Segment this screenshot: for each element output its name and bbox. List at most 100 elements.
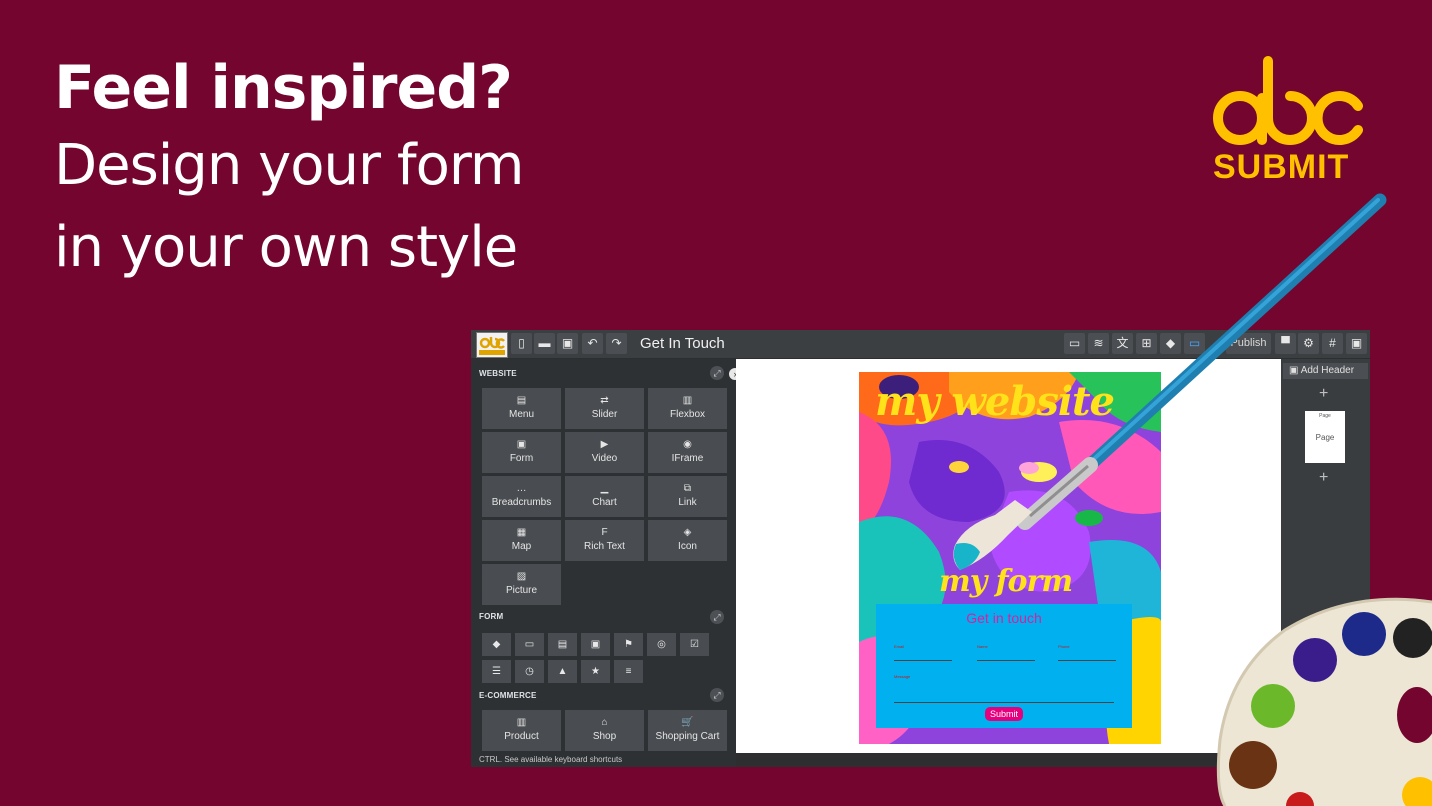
form-field-flag[interactable]: ⚑ <box>614 633 643 656</box>
widget-video[interactable]: ▶ Video <box>565 432 644 473</box>
form-field-star[interactable]: ★ <box>581 660 610 683</box>
page-thumb-title: Page <box>1319 413 1331 419</box>
design-canvas[interactable]: my website my form Get in touch Email Na… <box>736 359 1281 753</box>
form-field-list[interactable]: ☰ <box>482 660 511 683</box>
add-page-below-button[interactable]: + <box>1319 469 1328 487</box>
add-page-above-button[interactable]: + <box>1319 385 1328 403</box>
desktop-view-button[interactable]: ▭ <box>1064 333 1085 354</box>
widget-label: Menu <box>508 409 534 420</box>
radio-icon: ◎ <box>657 639 666 650</box>
headline-title: Feel inspired? <box>54 53 513 123</box>
contact-form[interactable]: Get in touch Email Name Phone Message Su… <box>876 604 1132 728</box>
website-expand-button[interactable]: ⤢ <box>710 366 724 380</box>
translate-button[interactable]: 文 <box>1112 333 1133 354</box>
widget-map[interactable]: ▦ Map <box>482 520 561 561</box>
website-poster[interactable]: my website my form Get in touch Email Na… <box>859 372 1161 744</box>
open-folder-button[interactable]: ▬ <box>534 333 555 354</box>
database-icon: ≋ <box>1093 336 1104 350</box>
brand-wordmark: SUBMIT <box>1213 148 1350 186</box>
tag-icon: ◆ <box>492 639 501 650</box>
widget-menu[interactable]: ▤ Menu <box>482 388 561 429</box>
poster-subtitle[interactable]: my form <box>939 564 1073 599</box>
widget-icon[interactable]: ◈ Icon <box>648 520 727 561</box>
grid-icon: # <box>1329 336 1336 350</box>
paint-roller-icon: ▀ <box>1281 336 1290 350</box>
abc-submit-logo: SUBMIT <box>1208 56 1376 186</box>
poster-title[interactable]: my website <box>875 378 1155 425</box>
expand-icon: ⤢ <box>713 612 721 622</box>
ecommerce-widget-label: Shop <box>592 731 617 742</box>
ecommerce-widget-product[interactable]: ▥ Product <box>482 710 561 751</box>
email-field[interactable] <box>894 660 952 661</box>
ecommerce-widget-shop[interactable]: ⌂ Shop <box>565 710 644 751</box>
undo-icon: ↶ <box>587 336 598 350</box>
headline: Feel inspired? Design your form in your … <box>54 52 524 288</box>
paint-roller-button[interactable]: ▀ <box>1275 333 1296 354</box>
form-field-image-field[interactable]: ▣ <box>581 633 610 656</box>
section-form-label: FORM <box>479 612 504 621</box>
star-icon: ★ <box>591 666 600 677</box>
widget-link[interactable]: ⧉ Link <box>648 476 727 517</box>
grid-button[interactable]: # <box>1322 333 1343 354</box>
add-header-button[interactable]: ▣ Add Header <box>1283 363 1368 379</box>
page-thumbnail[interactable]: Page Page <box>1305 411 1345 463</box>
widget-flexbox[interactable]: ▥ Flexbox <box>648 388 727 429</box>
translate-icon: 文 <box>1116 336 1129 350</box>
form-field-tag[interactable]: ◆ <box>482 633 511 656</box>
redo-button[interactable]: ↷ <box>606 333 627 354</box>
widget-label: Form <box>509 453 534 464</box>
sliders-icon: ≡ <box>625 666 632 677</box>
widget-picture[interactable]: ▨ Picture <box>482 564 561 605</box>
editor-window: ▯ ▬ ▣ ↶ ↷ Get In Touch ▭ ≋ 文 ⊞ ◆ ▭ Publi… <box>471 330 1370 767</box>
form-field-timer[interactable]: ◷ <box>515 660 544 683</box>
fill-button[interactable]: ◆ <box>1160 333 1181 354</box>
widget-slider[interactable]: ⇄ Slider <box>565 388 644 429</box>
message-field[interactable] <box>894 702 1114 703</box>
new-page-button[interactable]: ▯ <box>511 333 532 354</box>
cart-button[interactable]: ⊞ <box>1136 333 1157 354</box>
ecommerce-widget-shopping-cart[interactable]: 🛒 Shopping Cart <box>648 710 727 751</box>
submit-button[interactable]: Submit <box>985 707 1023 721</box>
undo-button[interactable]: ↶ <box>582 333 603 354</box>
ecommerce-widget-label: Product <box>504 731 539 742</box>
form-expand-button[interactable]: ⤢ <box>710 610 724 624</box>
settings-button[interactable]: ⚙ <box>1298 333 1319 354</box>
phone-field[interactable] <box>1058 660 1116 661</box>
upload-icon: ▲ <box>557 666 568 677</box>
map-icon: ▦ <box>516 527 527 538</box>
expand-icon: ⤢ <box>713 690 721 700</box>
widget-label: Rich Text <box>584 541 625 552</box>
form-field-upload[interactable]: ▲ <box>548 660 577 683</box>
widget-chart[interactable]: ▁ Chart <box>565 476 644 517</box>
form-field-sliders[interactable]: ≡ <box>614 660 643 683</box>
name-field[interactable] <box>977 660 1035 661</box>
shop-icon: ⌂ <box>601 717 608 728</box>
form-field-text-field[interactable]: ▭ <box>515 633 544 656</box>
editor-logo[interactable] <box>476 332 508 358</box>
widget-rich-text[interactable]: F Rich Text <box>565 520 644 561</box>
form-icon: ▣ <box>516 439 527 450</box>
new-page-icon: ▯ <box>518 336 525 350</box>
monitor-button[interactable]: ▭ <box>1184 333 1205 354</box>
publish-button[interactable]: Publish <box>1226 333 1271 354</box>
breadcrumbs-icon: … <box>516 483 527 494</box>
form-field-radio[interactable]: ◎ <box>647 633 676 656</box>
name-label: Name <box>977 644 988 649</box>
widget-breadcrumbs[interactable]: … Breadcrumbs <box>482 476 561 517</box>
database-button[interactable]: ≋ <box>1088 333 1109 354</box>
image-field-icon: ▣ <box>590 639 601 650</box>
ecommerce-expand-button[interactable]: ⤢ <box>710 688 724 702</box>
form-field-checkbox[interactable]: ☑ <box>680 633 709 656</box>
widget-form[interactable]: ▣ Form <box>482 432 561 473</box>
expand-icon: ⤢ <box>713 368 721 378</box>
user-button[interactable]: ▣ <box>1346 333 1367 354</box>
cart-icon: ⊞ <box>1141 336 1152 350</box>
user-icon: ▣ <box>1350 336 1363 350</box>
widget-label: Video <box>591 453 618 464</box>
widget-iframe[interactable]: ◉ IFrame <box>648 432 727 473</box>
save-button[interactable]: ▣ <box>557 333 578 354</box>
form-field-number-field[interactable]: ▤ <box>548 633 577 656</box>
headline-line-2: Design your form <box>54 133 524 198</box>
headline-line-3: in your own style <box>54 215 518 280</box>
widget-label: IFrame <box>671 453 704 464</box>
